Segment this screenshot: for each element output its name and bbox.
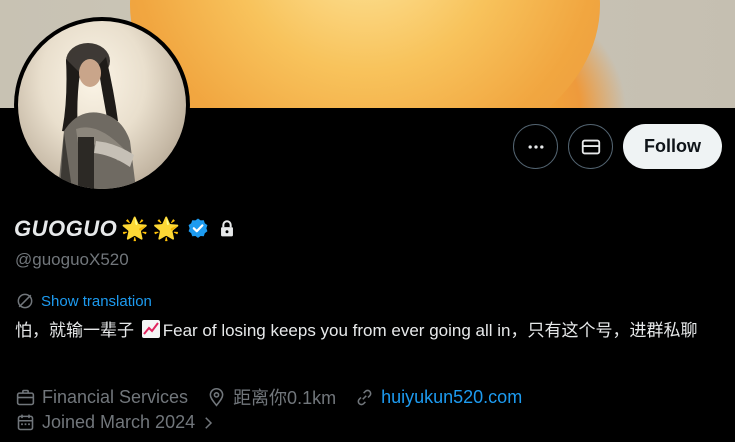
location-label: 距离你0.1km bbox=[233, 388, 337, 408]
follow-label: Follow bbox=[644, 136, 701, 156]
bio-text-end: Fear of losing keeps you from ever going… bbox=[162, 321, 698, 340]
follow-button[interactable]: Follow bbox=[623, 124, 722, 169]
display-name: GUOGUO bbox=[14, 216, 118, 241]
website-item: huiyukun520.com bbox=[354, 387, 522, 408]
link-icon bbox=[357, 389, 372, 405]
profile-bio: 怕，就输一辈子 Fear of losing keeps you from ev… bbox=[15, 318, 725, 343]
show-translation-label: Show translation bbox=[41, 292, 152, 310]
display-name-row: GUOGUO 🌟 🌟 bbox=[14, 214, 238, 244]
envelope-icon bbox=[581, 139, 600, 154]
lock-icon bbox=[216, 218, 238, 240]
avatar-figure bbox=[58, 43, 136, 189]
briefcase-icon bbox=[16, 389, 35, 405]
joined-item[interactable]: Joined March 2024 bbox=[15, 412, 217, 433]
more-horizontal-icon bbox=[528, 144, 543, 149]
avatar-photo bbox=[18, 21, 186, 189]
location-item: 距离你0.1km bbox=[206, 384, 336, 410]
star-emoji-2: 🌟 bbox=[152, 216, 181, 241]
verified-badge-icon[interactable] bbox=[186, 217, 210, 241]
location-pin-icon bbox=[209, 387, 224, 407]
star-emoji-1: 🌟 bbox=[121, 216, 149, 241]
user-handle: @guoguoX520 bbox=[15, 250, 129, 269]
message-button[interactable] bbox=[568, 124, 613, 169]
joined-label: Joined March 2024 bbox=[42, 412, 196, 432]
profile-meta-row-1: Financial Services 距离你0.1km huiyukun520.… bbox=[15, 384, 540, 410]
category-label: Financial Services bbox=[42, 386, 189, 407]
calendar-icon bbox=[17, 414, 34, 431]
more-button[interactable] bbox=[513, 124, 558, 169]
profile-meta-row-2: Joined March 2024 bbox=[15, 412, 235, 433]
profile-actions: Follow bbox=[513, 124, 722, 169]
bio-text-start: 怕，就输一辈子 bbox=[15, 321, 139, 340]
chevron-right-icon bbox=[205, 416, 213, 429]
translate-globe-icon bbox=[17, 293, 33, 309]
website-link[interactable]: huiyukun520.com bbox=[381, 387, 522, 408]
category-item: Financial Services bbox=[15, 387, 188, 408]
avatar[interactable] bbox=[14, 17, 190, 193]
chart-increasing-emoji-icon bbox=[141, 319, 161, 339]
show-translation-link[interactable]: Show translation bbox=[15, 291, 152, 311]
